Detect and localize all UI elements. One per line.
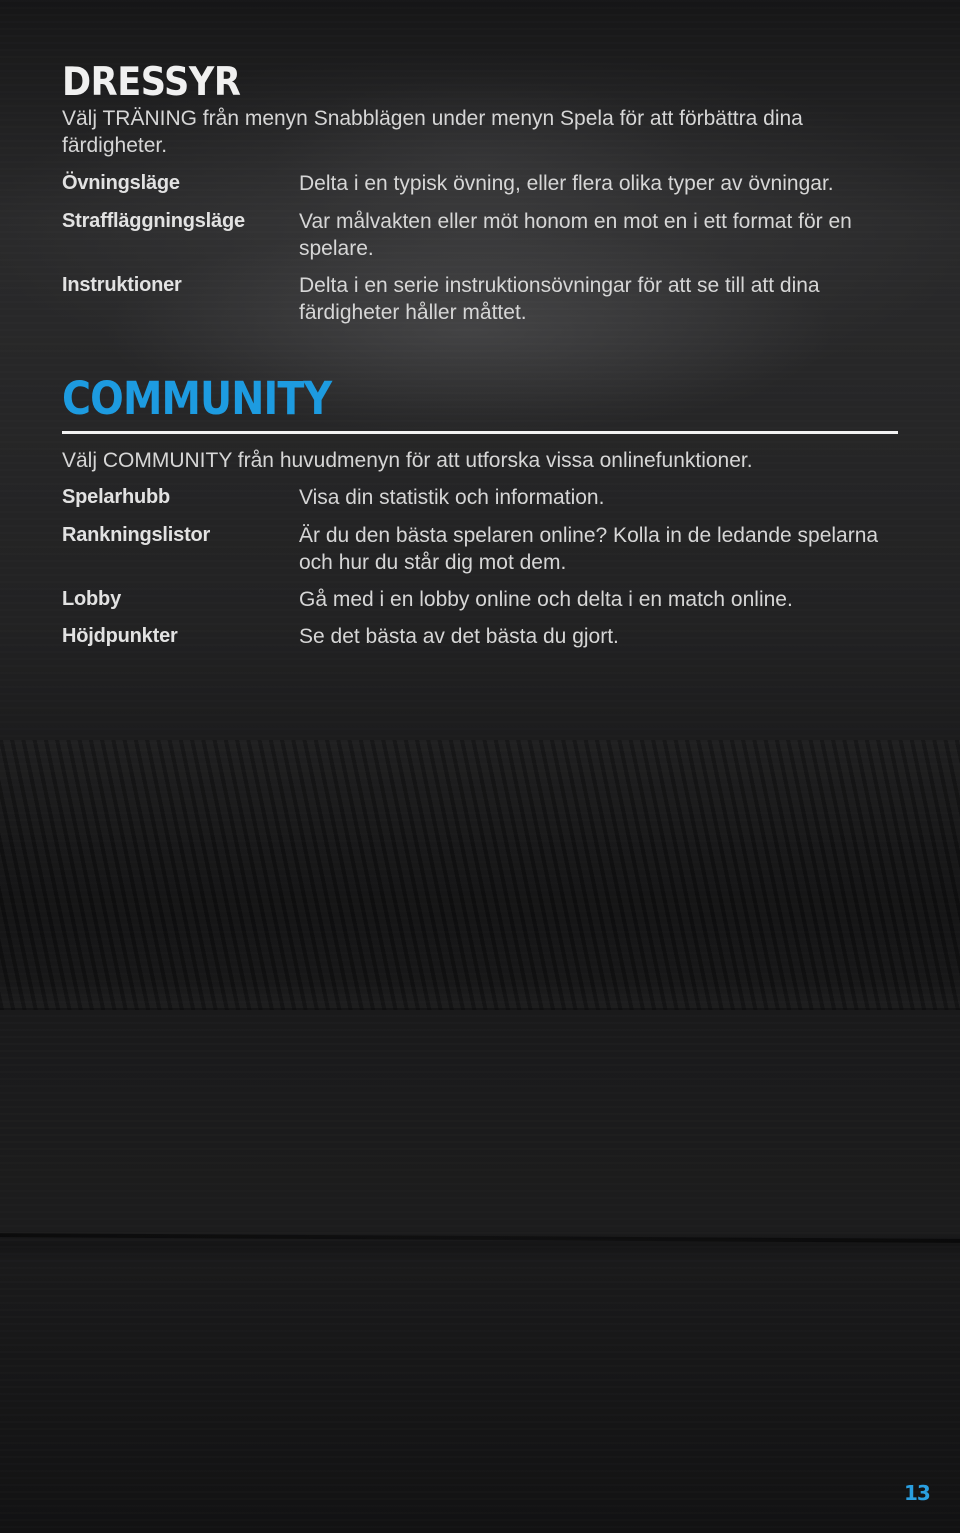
community-intro: Välj COMMUNITY från huvudmenyn för att u… [62,449,753,472]
community-item-description: Se det bästa av det bästa du gjort. [299,625,619,648]
community-item-description: Visa din statistik och information. [299,486,605,509]
community-item-term: Spelarhubb [62,486,171,508]
background-crowd [0,740,960,1010]
community-item-term: Rankningslistor [62,524,211,546]
community-item-description: Gå med i en lobby online och delta i en … [299,588,793,611]
section-heading-dressyr: DRESSYR [62,60,241,105]
dressyr-item-description: Delta i en typisk övning, eller flera ol… [299,172,834,195]
dressyr-item-term: Övningsläge [62,172,180,194]
dressyr-intro: Välj TRÄNING från menyn Snabblägen under… [62,107,803,157]
community-item-description: Är du den bästa spelaren online? Kolla i… [299,524,879,574]
section-divider [62,431,898,434]
page-number: 13 [904,1481,931,1505]
dressyr-item-description: Var målvakten eller möt honom en mot en … [299,210,852,260]
dressyr-item-term: Straffläggningsläge [62,210,245,232]
background-rink-boards [0,1008,960,1010]
community-item-term: Lobby [62,588,121,610]
dressyr-item-description: Delta i en serie instruktionsövningar fö… [299,274,820,324]
dressyr-item-term: Instruktioner [62,274,182,296]
section-heading-community: COMMUNITY [62,372,332,425]
community-item-term: Höjdpunkter [62,625,178,647]
